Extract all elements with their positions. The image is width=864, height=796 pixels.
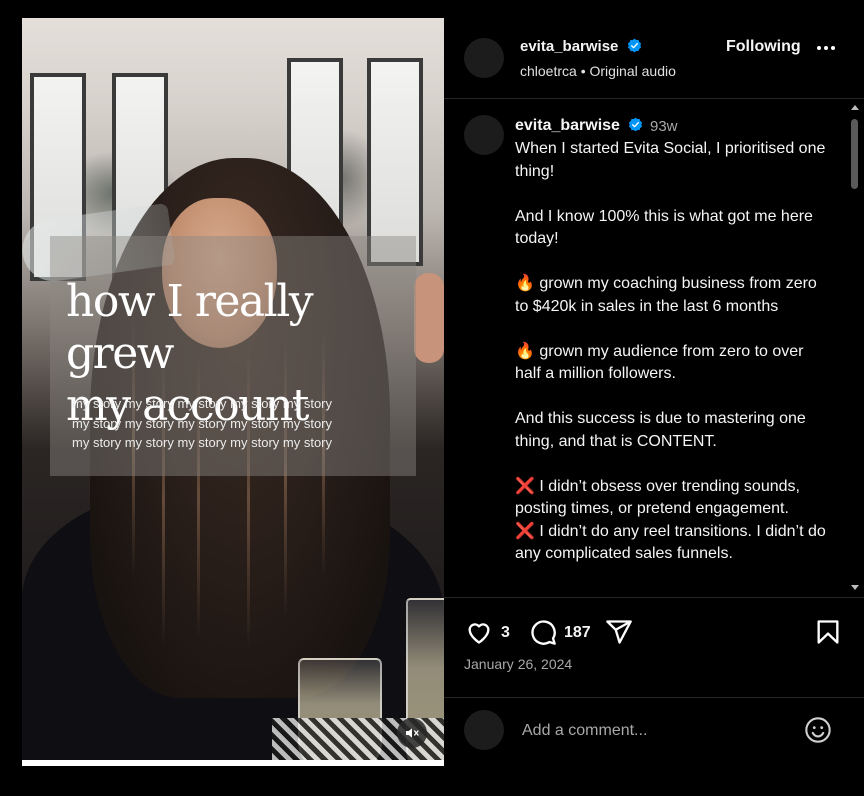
my-avatar	[464, 710, 504, 750]
reel-video[interactable]: how I really grew my account my story my…	[22, 18, 444, 766]
author-username[interactable]: evita_barwise	[520, 38, 642, 55]
caption-scrollbar[interactable]	[846, 99, 864, 597]
share-icon[interactable]	[604, 618, 634, 646]
caption-paragraph: And this success is due to mastering one…	[515, 410, 806, 450]
post-date: January 26, 2024	[464, 656, 573, 672]
story-line: my story my story my story my story my s…	[72, 396, 333, 411]
caption-paragraph: ❌ I didn’t obsess over trending sounds, …	[515, 477, 800, 518]
caption-paragraph: 🔥 grown my coaching business from zero t…	[515, 275, 817, 315]
post-age: 93w	[650, 118, 678, 135]
comment-bar	[444, 697, 864, 768]
emoji-icon[interactable]	[804, 716, 832, 744]
caption-paragraph: ❌ I didn’t do any reel transitions. I di…	[515, 522, 826, 563]
mute-button[interactable]	[397, 718, 427, 748]
post-header: evita_barwise chloetrca • Original audio…	[444, 18, 864, 99]
caption-paragraph: 🔥 grown my audience from zero to over ha…	[515, 342, 804, 383]
caption-avatar[interactable]	[464, 115, 504, 155]
caption-username[interactable]: evita_barwise	[515, 117, 643, 135]
caption-paragraph: When I started Evita Social, I prioritis…	[515, 140, 826, 180]
more-options-icon[interactable]	[817, 46, 835, 50]
comment-count[interactable]: 187	[564, 624, 591, 642]
audio-link[interactable]: Original audio	[590, 63, 676, 79]
audio-attribution: chloetrca • Original audio	[520, 63, 676, 79]
action-bar: 3 187 January 26, 2024	[444, 597, 864, 698]
headline-line: how I really grew	[66, 276, 314, 379]
like-count[interactable]: 3	[501, 624, 510, 642]
username-text[interactable]: evita_barwise	[520, 38, 618, 55]
separator: •	[576, 63, 590, 79]
avatar[interactable]	[464, 38, 504, 78]
scroll-down-arrow[interactable]	[851, 585, 859, 590]
audio-user-link[interactable]: chloetrca	[520, 63, 577, 79]
comment-input[interactable]	[520, 718, 784, 744]
verified-badge-icon	[627, 38, 641, 53]
bookmark-icon[interactable]	[814, 618, 842, 646]
story-line: my story my story my story my story my s…	[72, 415, 333, 431]
scrollbar-thumb[interactable]	[851, 119, 858, 189]
caption-text: When I started Evita Social, I prioritis…	[515, 138, 833, 566]
caption-scroll-area[interactable]: evita_barwise 93w When I started Evita S…	[444, 99, 864, 597]
following-button[interactable]: Following	[726, 38, 801, 56]
scroll-up-arrow[interactable]	[851, 105, 859, 110]
caption-paragraph: And I know 100% this is what got me here…	[515, 207, 813, 248]
speaker-muted-icon	[406, 728, 419, 738]
username-text[interactable]: evita_barwise	[515, 117, 620, 134]
story-line: my story my story my story my story my s…	[72, 435, 333, 450]
story-text: my story my story my story my story my s…	[72, 394, 412, 453]
background-window	[367, 58, 423, 266]
verified-badge-icon	[629, 117, 643, 132]
comment-icon[interactable]	[528, 618, 558, 646]
heart-icon[interactable]	[464, 618, 494, 646]
